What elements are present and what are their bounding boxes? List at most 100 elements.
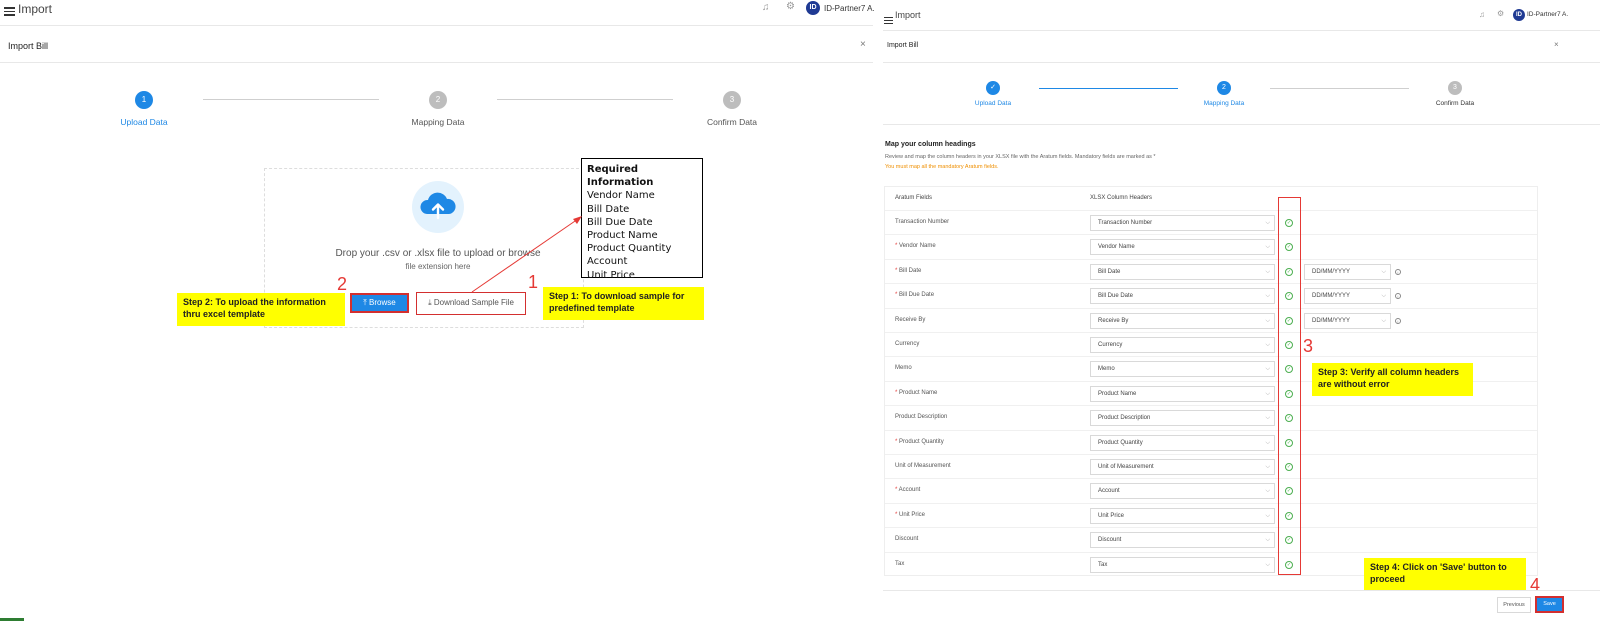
close-icon[interactable]: × xyxy=(860,39,866,50)
field-name: * Unit Price xyxy=(895,512,925,518)
column-select[interactable]: Unit Price ⌵ xyxy=(1090,507,1275,524)
annotation-step-3: Step 3: Verify all column headers are wi… xyxy=(1312,363,1473,396)
step-3-label: Confirm Data xyxy=(706,117,758,127)
column-select[interactable]: Discount ⌵ xyxy=(1090,532,1275,549)
previous-button[interactable]: Previous xyxy=(1497,597,1531,613)
chevron-down-icon: ⌵ xyxy=(1381,293,1386,300)
select-value: Currency xyxy=(1098,342,1123,348)
info-icon[interactable]: i xyxy=(1395,293,1401,300)
step-connector xyxy=(203,99,379,100)
chevron-down-icon: ⌵ xyxy=(1265,342,1270,348)
step-1-circle: 1 xyxy=(135,91,153,109)
column-header-fields: Aratum Fields xyxy=(895,195,933,201)
column-select[interactable]: Currency ⌵ xyxy=(1090,337,1275,353)
user-name[interactable]: ID-Partner7 A. xyxy=(824,4,875,13)
column-select[interactable]: Bill Date ⌵ xyxy=(1090,263,1275,280)
required-item: Unit Price xyxy=(587,269,635,281)
info-icon[interactable]: i xyxy=(1395,268,1401,275)
section-description: Review and map the column headers in you… xyxy=(885,154,1156,160)
step-3-circle: 3 xyxy=(723,91,741,109)
column-select[interactable]: Tax ⌵ xyxy=(1090,556,1275,573)
chevron-down-icon: ⌵ xyxy=(1265,488,1270,495)
gear-icon[interactable]: ⚙ xyxy=(1497,9,1504,18)
bell-icon[interactable]: ♫ xyxy=(762,2,770,13)
date-format-value: DD/MM/YYYY xyxy=(1312,268,1351,275)
field-label: Discount xyxy=(895,536,919,543)
column-select[interactable]: Memo ⌵ xyxy=(1090,361,1275,378)
chevron-down-icon: ⌵ xyxy=(1265,317,1270,324)
annotation-step-1: Step 1: To download sample for predefine… xyxy=(543,287,704,320)
column-select[interactable]: Account ⌵ xyxy=(1090,483,1275,500)
chevron-down-icon: ⌵ xyxy=(1265,390,1270,397)
select-value: Product Name xyxy=(1098,390,1137,397)
field-name: * Vendor Name xyxy=(895,243,936,249)
field-label: Currency xyxy=(895,341,920,347)
select-value: Product Quantity xyxy=(1098,439,1143,446)
browse-button[interactable]: ⤒ Browse xyxy=(350,293,409,313)
chevron-down-icon: ⌵ xyxy=(1381,317,1386,324)
download-sample-button[interactable]: ⤓ Download Sample File xyxy=(416,292,526,315)
mapping-row: * Bill Date Bill Date ⌵ ✓ DD/MM/YYYY ⌵ i xyxy=(885,258,1537,283)
mapping-row: Currency Currency ⌵ ✓ xyxy=(885,332,1537,356)
gear-icon[interactable]: ⚙ xyxy=(786,1,795,12)
close-icon[interactable]: × xyxy=(1554,40,1559,49)
column-select[interactable]: Transaction Number ⌵ xyxy=(1090,215,1275,231)
annotation-number-3: 3 xyxy=(1303,336,1314,356)
select-value: Discount xyxy=(1098,537,1122,544)
step-1-label: Upload Data xyxy=(974,100,1012,107)
upload-cloud-icon xyxy=(412,181,464,233)
step-connector xyxy=(1039,88,1178,89)
step-1-check: ✓ xyxy=(986,81,1000,95)
field-label: Product Description xyxy=(895,414,948,421)
field-label: Memo xyxy=(895,365,912,372)
column-select[interactable]: Vendor Name ⌵ xyxy=(1090,239,1275,256)
select-value: Vendor Name xyxy=(1098,244,1135,251)
required-item: Account xyxy=(587,256,628,268)
column-select[interactable]: Receive By ⌵ xyxy=(1090,312,1275,329)
annotation-step-4: Step 4: Click on 'Save' button to procee… xyxy=(1364,558,1526,591)
select-value: Account xyxy=(1098,488,1120,495)
date-format-select[interactable]: DD/MM/YYYY ⌵ xyxy=(1304,288,1391,305)
select-value: Memo xyxy=(1098,366,1115,373)
column-select[interactable]: Bill Due Date ⌵ xyxy=(1090,288,1275,305)
column-select[interactable]: Unit of Measurement ⌵ xyxy=(1090,459,1275,475)
date-format-select[interactable]: DD/MM/YYYY ⌵ xyxy=(1304,312,1391,329)
required-item: Vendor Name xyxy=(587,190,655,202)
step-connector xyxy=(1270,88,1409,89)
menu-icon[interactable] xyxy=(4,3,15,21)
menu-icon[interactable] xyxy=(884,11,893,29)
field-name: Receive By xyxy=(895,317,925,323)
avatar[interactable]: ID xyxy=(1513,9,1525,21)
step-3-label: Confirm Data xyxy=(1435,100,1475,107)
field-label: Unit Price xyxy=(899,511,926,518)
column-select[interactable]: Product Quantity ⌵ xyxy=(1090,434,1275,451)
column-select[interactable]: Product Description ⌵ xyxy=(1090,410,1275,427)
chevron-down-icon: ⌵ xyxy=(1265,561,1270,568)
chevron-down-icon: ⌵ xyxy=(1265,220,1270,226)
dialog-title: Import Bill xyxy=(8,41,49,51)
avatar[interactable]: ID xyxy=(806,1,820,15)
required-item: Bill Date xyxy=(587,203,630,215)
column-select[interactable]: Product Name ⌵ xyxy=(1090,385,1275,402)
chevron-down-icon: ⌵ xyxy=(1265,268,1270,275)
field-name: Memo xyxy=(895,365,912,371)
user-name[interactable]: ID-Partner7 A. xyxy=(1527,11,1568,18)
mapping-row: * Product Quantity Product Quantity ⌵ ✓ xyxy=(885,429,1537,454)
info-icon[interactable]: i xyxy=(1395,317,1401,324)
mapping-row: Product Description Product Description ⌵ ✓ xyxy=(885,405,1537,429)
field-name: Tax xyxy=(895,561,904,567)
save-button[interactable]: Save xyxy=(1535,596,1564,613)
field-label: Bill Due Date xyxy=(899,292,935,299)
step-2-circle: 2 xyxy=(429,91,447,109)
field-name: Currency xyxy=(895,341,919,347)
left-screenshot: Import ♫ ⚙ ID ID-Partner7 A. Import Bill… xyxy=(0,0,883,623)
date-format-select[interactable]: DD/MM/YYYY ⌵ xyxy=(1304,263,1391,280)
field-name: * Bill Due Date xyxy=(895,292,934,298)
mapping-row: Unit of Measurement Unit of Measurement ⌵ ✓ xyxy=(885,454,1537,478)
field-name: * Product Name xyxy=(895,390,937,396)
mapping-row: * Bill Due Date Bill Due Date ⌵ ✓ DD/MM/YYYY… xyxy=(885,283,1537,307)
bell-icon[interactable]: ♫ xyxy=(1479,10,1485,19)
step-connector xyxy=(497,99,673,100)
field-label: Vendor Name xyxy=(899,243,936,250)
chevron-down-icon: ⌵ xyxy=(1265,537,1270,544)
